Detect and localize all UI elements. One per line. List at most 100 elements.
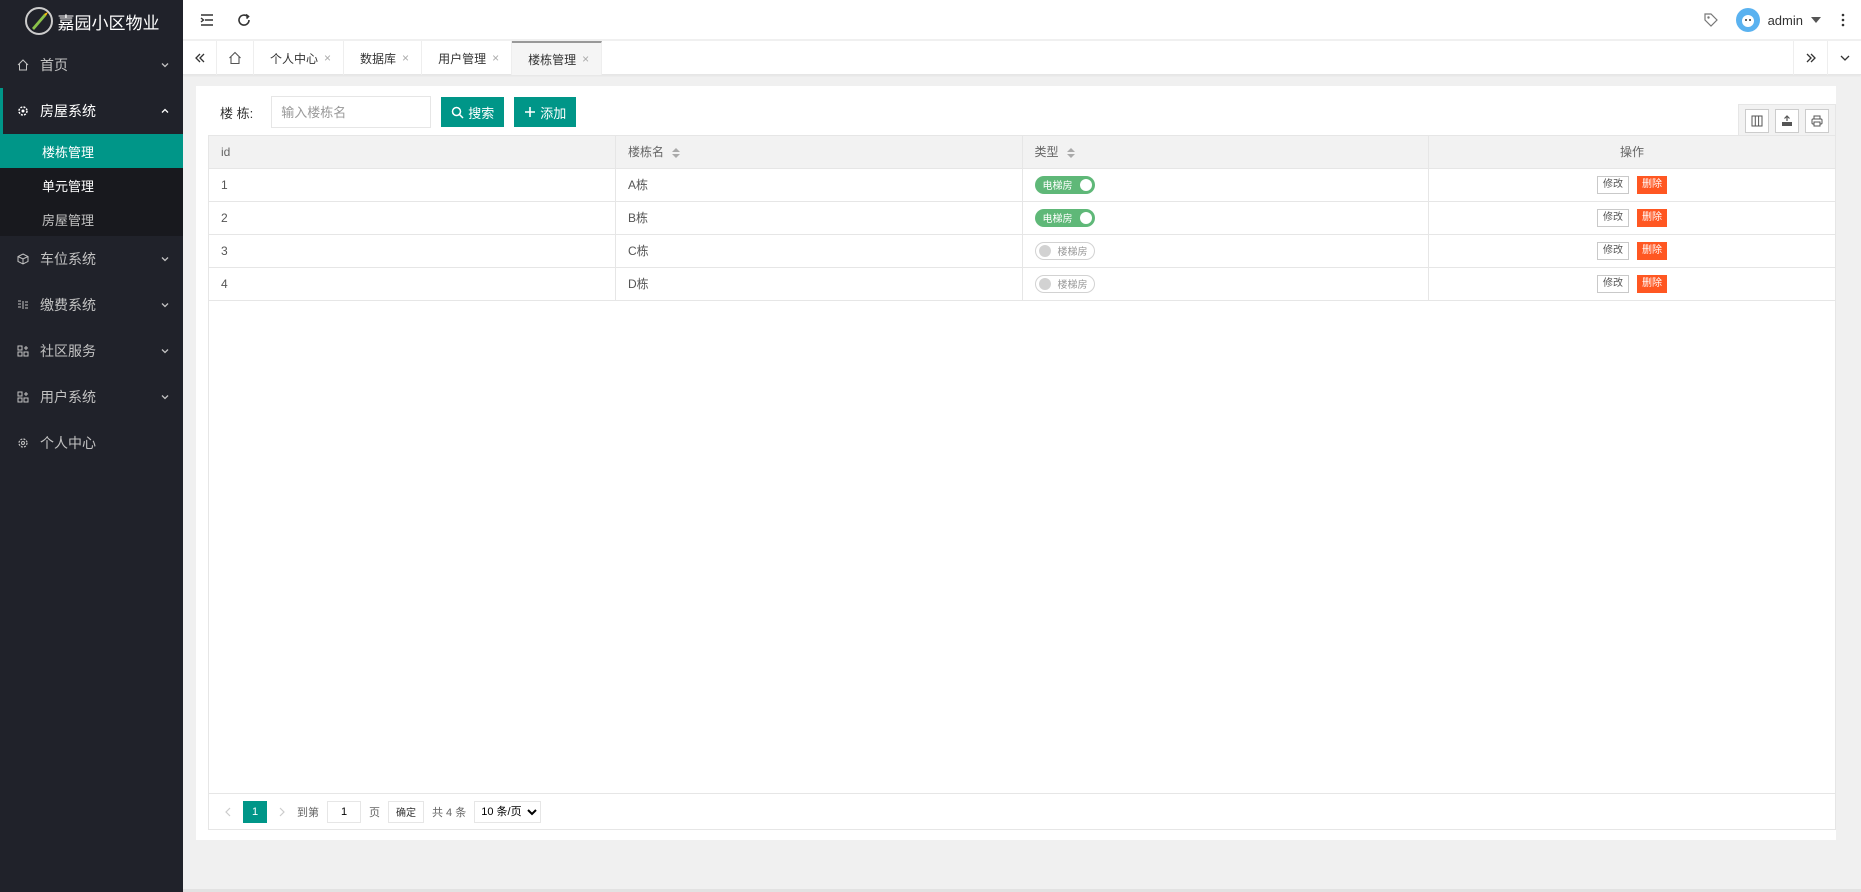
type-switch[interactable]: 楼梯房 bbox=[1034, 274, 1095, 293]
tabs-scroll-left-button[interactable] bbox=[183, 41, 217, 75]
table-row: 1 A栋 电梯房 修改 删除 bbox=[209, 168, 1835, 202]
type-switch[interactable]: 楼梯房 bbox=[1034, 241, 1095, 260]
sidebar-item-payment[interactable]: 缴费系统 bbox=[0, 282, 183, 328]
tabs-scroll-right-button[interactable] bbox=[1793, 41, 1827, 75]
cell-type: 楼梯房 bbox=[1022, 234, 1429, 268]
prev-page-button[interactable] bbox=[221, 805, 235, 819]
edit-button[interactable]: 修改 bbox=[1597, 241, 1629, 260]
edit-button[interactable]: 修改 bbox=[1597, 274, 1629, 293]
building-label: 楼 栋: bbox=[220, 105, 254, 121]
close-icon[interactable]: × bbox=[324, 51, 331, 65]
settings-icon bbox=[16, 436, 30, 450]
search-toolbar: 楼 栋: 搜索 添加 bbox=[220, 96, 577, 128]
edit-button[interactable]: 修改 bbox=[1597, 175, 1629, 194]
sidebar: 嘉园小区物业 首页 房屋系统 楼栋管理 单元管理 房屋管理 车位系统 缴费系统 bbox=[0, 0, 183, 892]
sidebar-subitem-house[interactable]: 房屋管理 bbox=[0, 202, 183, 236]
delete-button[interactable]: 删除 bbox=[1637, 208, 1667, 227]
export-button[interactable] bbox=[1775, 109, 1799, 133]
sidebar-item-label: 用户系统 bbox=[40, 389, 96, 405]
sort-icon[interactable] bbox=[1066, 148, 1075, 159]
chevron-down-icon bbox=[1840, 55, 1849, 61]
cell-name: B栋 bbox=[615, 201, 1023, 235]
cell-id: 3 bbox=[209, 234, 616, 268]
close-icon[interactable]: × bbox=[492, 51, 499, 65]
tag-button[interactable] bbox=[1701, 10, 1721, 30]
page-confirm-button[interactable]: 确定 bbox=[388, 800, 424, 823]
sidebar-item-label: 车位系统 bbox=[40, 251, 96, 267]
cell-type: 楼梯房 bbox=[1022, 267, 1429, 301]
tab-label: 楼栋管理 bbox=[528, 52, 577, 67]
sort-icon[interactable] bbox=[672, 148, 681, 159]
menu-fold-button[interactable] bbox=[197, 10, 217, 30]
logo[interactable]: 嘉园小区物业 bbox=[0, 0, 183, 42]
table-row: 3 C栋 楼梯房 修改 删除 bbox=[209, 234, 1835, 268]
next-page-button[interactable] bbox=[275, 805, 289, 819]
type-switch[interactable]: 电梯房 bbox=[1034, 175, 1095, 194]
tab-database[interactable]: 数据库 × bbox=[344, 41, 423, 75]
chevron-down-icon bbox=[161, 303, 169, 308]
sidebar-item-label: 缴费系统 bbox=[40, 297, 96, 313]
tab-home[interactable] bbox=[217, 41, 254, 75]
delete-button[interactable]: 删除 bbox=[1637, 274, 1667, 293]
tab-label: 用户管理 bbox=[438, 51, 487, 66]
table-header-row: id 楼栋名 类型 操作 bbox=[209, 136, 1835, 169]
home-icon bbox=[229, 51, 241, 65]
more-button[interactable] bbox=[1833, 10, 1853, 30]
type-switch[interactable]: 电梯房 bbox=[1034, 208, 1095, 227]
delete-button[interactable]: 删除 bbox=[1637, 241, 1667, 260]
col-label: 类型 bbox=[1034, 145, 1059, 160]
col-building-name[interactable]: 楼栋名 bbox=[615, 136, 1023, 169]
sidebar-item-users[interactable]: 用户系统 bbox=[0, 374, 183, 420]
search-button[interactable]: 搜索 bbox=[441, 97, 505, 127]
tabs-bar: 个人中心 × 数据库 × 用户管理 × 楼栋管理 × bbox=[183, 41, 1861, 75]
current-page[interactable]: 1 bbox=[243, 800, 267, 823]
cell-actions: 修改 删除 bbox=[1428, 201, 1835, 235]
building-search-input[interactable] bbox=[271, 96, 432, 128]
close-icon[interactable]: × bbox=[402, 51, 409, 65]
col-label: 楼栋名 bbox=[628, 145, 665, 160]
list-icon bbox=[16, 298, 30, 312]
content-panel: 楼 栋: 搜索 添加 id 楼栋名 类型 操作 bbox=[196, 86, 1836, 840]
sidebar-subitem-unit[interactable]: 单元管理 bbox=[0, 168, 183, 202]
menu-fold-icon bbox=[200, 14, 213, 26]
sidebar-item-community[interactable]: 社区服务 bbox=[0, 328, 183, 374]
apps-icon bbox=[16, 344, 30, 358]
cell-id: 4 bbox=[209, 267, 616, 301]
col-type[interactable]: 类型 bbox=[1022, 136, 1429, 169]
page-size-select[interactable]: 10 条/页 bbox=[474, 800, 542, 823]
chevron-up-icon bbox=[161, 108, 169, 113]
page-unit-label: 页 bbox=[369, 806, 380, 819]
print-icon bbox=[1811, 115, 1823, 127]
cell-actions: 修改 删除 bbox=[1428, 168, 1835, 202]
tab-profile[interactable]: 个人中心 × bbox=[254, 41, 345, 75]
user-menu[interactable]: admin bbox=[1735, 8, 1821, 32]
tab-user-management[interactable]: 用户管理 × bbox=[422, 41, 513, 75]
refresh-button[interactable] bbox=[234, 10, 254, 30]
table-row: 2 B栋 电梯房 修改 删除 bbox=[209, 201, 1835, 235]
delete-button[interactable]: 删除 bbox=[1637, 175, 1667, 194]
columns-filter-button[interactable] bbox=[1745, 109, 1769, 133]
export-icon bbox=[1782, 115, 1792, 126]
add-button-label: 添加 bbox=[540, 105, 567, 121]
tab-label: 数据库 bbox=[360, 51, 397, 66]
apps-icon bbox=[16, 390, 30, 404]
search-icon bbox=[451, 106, 464, 119]
add-button[interactable]: 添加 bbox=[514, 97, 577, 127]
print-button[interactable] bbox=[1805, 109, 1829, 133]
avatar bbox=[1735, 8, 1760, 32]
sidebar-item-parking[interactable]: 车位系统 bbox=[0, 236, 183, 282]
close-icon[interactable]: × bbox=[582, 52, 589, 66]
page-jump-input[interactable] bbox=[327, 800, 361, 823]
search-button-label: 搜索 bbox=[468, 105, 495, 121]
cell-actions: 修改 删除 bbox=[1428, 267, 1835, 301]
cell-actions: 修改 删除 bbox=[1428, 234, 1835, 268]
building-table: id 楼栋名 类型 操作 1 A栋 电梯房 修改 删除 2 B栋 电梯房 修改 … bbox=[208, 135, 1836, 830]
tab-building-management[interactable]: 楼栋管理 × bbox=[512, 41, 603, 75]
edit-button[interactable]: 修改 bbox=[1597, 208, 1629, 227]
tabs-options-button[interactable] bbox=[1827, 41, 1861, 75]
cell-type: 电梯房 bbox=[1022, 201, 1429, 235]
sidebar-item-profile[interactable]: 个人中心 bbox=[0, 420, 183, 466]
sidebar-subitem-building[interactable]: 楼栋管理 bbox=[0, 134, 183, 168]
sidebar-item-housing[interactable]: 房屋系统 bbox=[0, 88, 183, 134]
sidebar-item-home[interactable]: 首页 bbox=[0, 42, 183, 88]
